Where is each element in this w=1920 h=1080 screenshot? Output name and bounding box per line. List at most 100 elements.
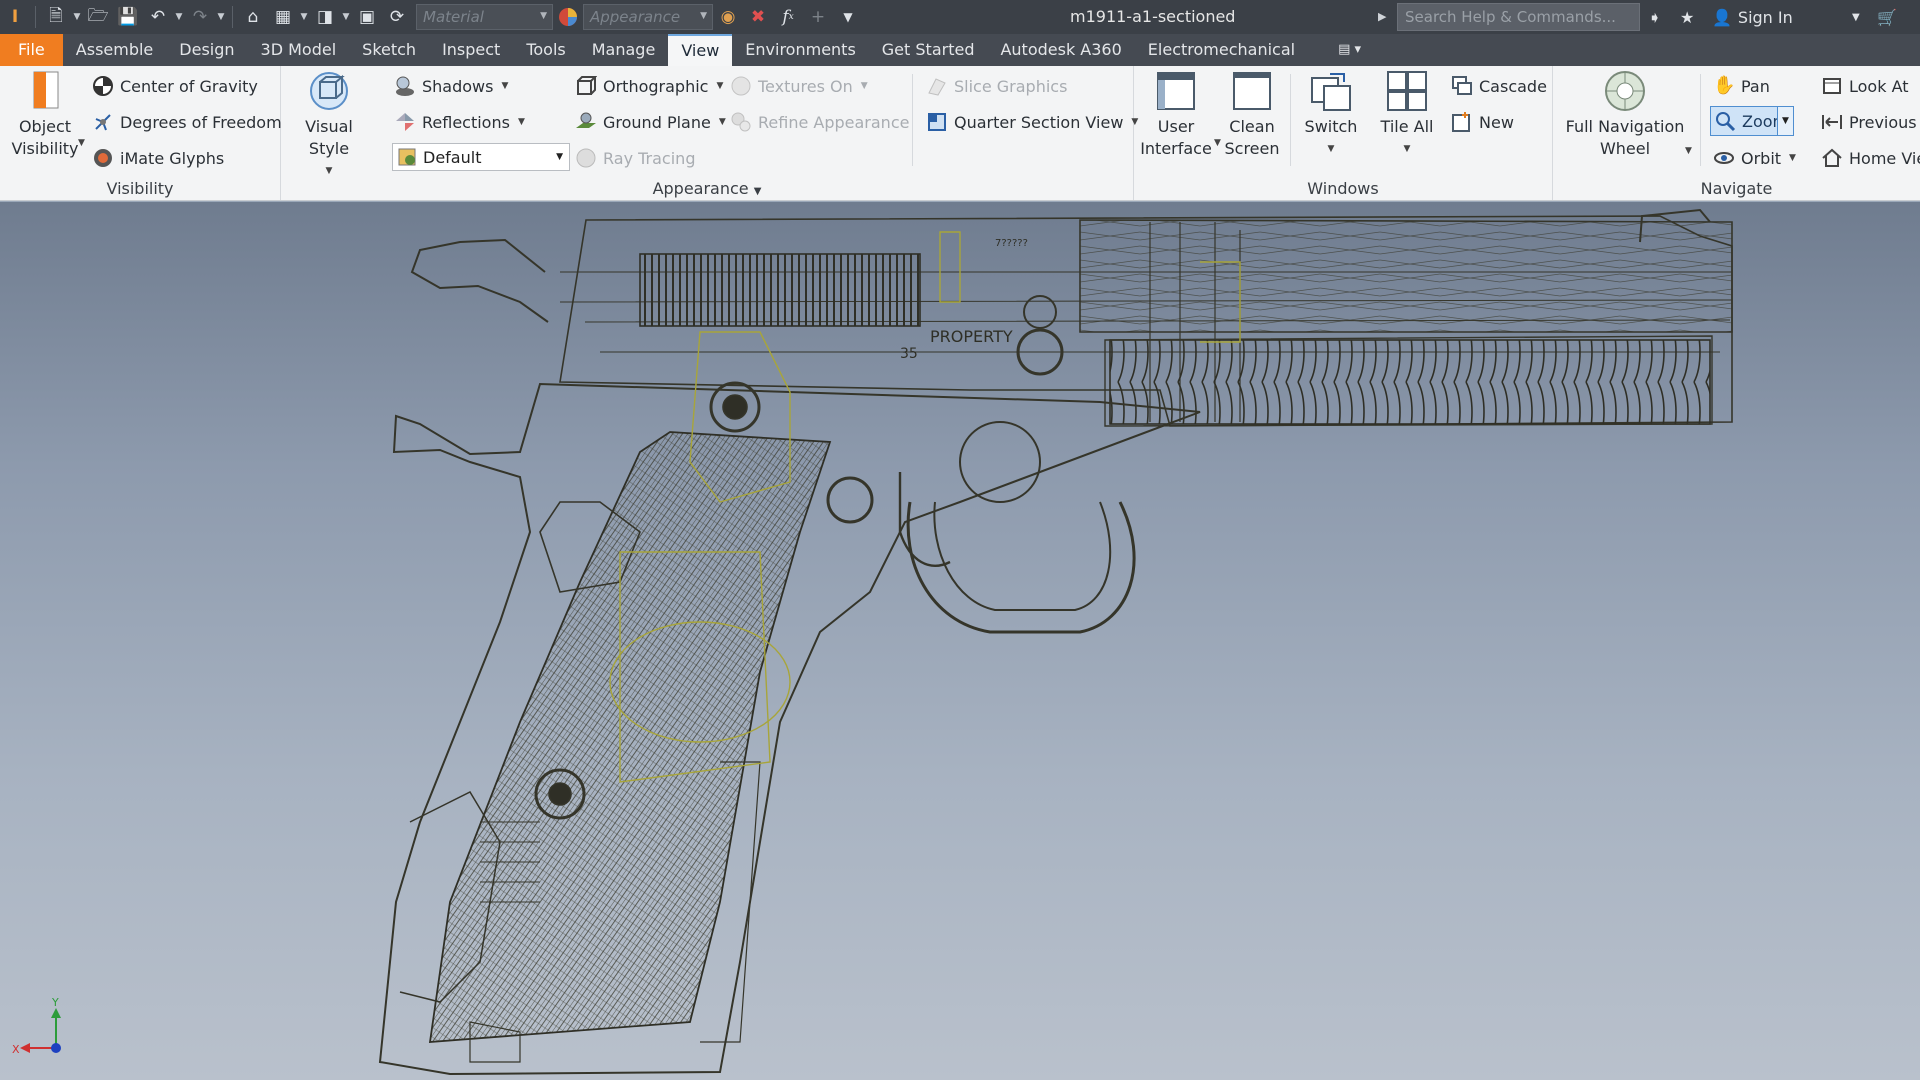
adjust-appearance-icon[interactable]: ◉ (713, 0, 743, 34)
tab-inspect[interactable]: Inspect (429, 34, 513, 66)
tab-manage[interactable]: Manage (579, 34, 669, 66)
shadows-caret[interactable]: ▼ (501, 81, 508, 91)
sign-in-button[interactable]: 👤 Sign In (1712, 0, 1793, 34)
projects-dropdown-caret[interactable]: ▼ (298, 0, 310, 34)
appearance-panel-caret: ▼ (753, 186, 762, 197)
material-dropdown[interactable]: Material ▼ (416, 4, 553, 30)
pan-button[interactable]: ✋ Pan (1713, 71, 1770, 101)
zoom-dropdown-caret[interactable]: ▼ (1777, 107, 1793, 135)
tab-environments[interactable]: Environments (732, 34, 869, 66)
textures-on-button[interactable]: Textures On ▼ (730, 71, 868, 101)
slice-graphics-label: Slice Graphics (954, 76, 1068, 96)
open-folder-icon[interactable]: 🗁 (83, 0, 113, 34)
slice-graphics-button[interactable]: Slice Graphics (926, 71, 1067, 101)
communication-center-icon[interactable]: ➧ (1648, 0, 1661, 34)
user-interface-caret[interactable]: ▼ (1214, 138, 1221, 148)
refine-appearance-button[interactable]: Refine Appearance (730, 107, 909, 137)
object-visibility-caret[interactable]: ▼ (78, 138, 85, 148)
orthographic-caret[interactable]: ▼ (716, 81, 723, 91)
favorites-star-icon[interactable]: ★ (1680, 0, 1694, 34)
component-priority-icon[interactable]: ▣ (352, 0, 382, 34)
select-dropdown-caret[interactable]: ▼ (340, 0, 352, 34)
tile-all-label: Tile All (1380, 117, 1434, 136)
windows-divider (1290, 74, 1291, 166)
app-menu-icon[interactable]: I (0, 0, 30, 34)
search-expand-arrow-icon[interactable]: ▶ (1378, 0, 1386, 34)
tab-assemble[interactable]: Assemble (63, 34, 167, 66)
new-dropdown-caret[interactable]: ▼ (71, 0, 83, 34)
user-interface-button[interactable]: User Interface (1140, 70, 1212, 160)
switch-button[interactable]: Switch ▼ (1298, 70, 1364, 160)
appearance-dropdown[interactable]: Appearance ▼ (583, 4, 713, 30)
tab-tools[interactable]: Tools (513, 34, 578, 66)
shadows-button[interactable]: Shadows ▼ (394, 71, 508, 101)
save-icon[interactable]: 💾 (113, 0, 143, 34)
projects-icon[interactable]: ▦ (268, 0, 298, 34)
switch-label: Switch (1304, 117, 1358, 136)
full-navigation-wheel-button[interactable]: Full Navigation Wheel (1563, 70, 1687, 160)
tab-sketch[interactable]: Sketch (349, 34, 429, 66)
search-help-input[interactable]: Search Help & Commands... (1397, 3, 1640, 31)
new-window-button[interactable]: New (1451, 107, 1514, 137)
home-view-icon (1821, 147, 1843, 169)
visual-style-label: Visual Style (305, 117, 353, 158)
ground-plane-button[interactable]: Ground Plane ▼ (575, 107, 726, 137)
tab-file[interactable]: File (0, 34, 63, 66)
clear-appearance-icon[interactable]: ✖ (743, 0, 773, 34)
appearance-panel-label[interactable]: Appearance ▼ (281, 177, 1133, 200)
redo-icon[interactable]: ↷ (185, 0, 215, 34)
reflections-caret[interactable]: ▼ (518, 117, 525, 127)
orthographic-button[interactable]: Orthographic ▼ (575, 71, 723, 101)
quarter-section-view-button[interactable]: Quarter Section View ▼ (926, 107, 1138, 137)
undo-dropdown-caret[interactable]: ▼ (173, 0, 185, 34)
appearance-style-dropdown[interactable]: Default ▼ (392, 143, 570, 171)
tab-design[interactable]: Design (166, 34, 247, 66)
degrees-of-freedom-button[interactable]: Degrees of Freedom (92, 107, 282, 137)
look-at-button[interactable]: Look At (1821, 71, 1909, 101)
tile-all-button[interactable]: Tile All ▼ (1374, 70, 1440, 160)
add-icon[interactable]: + (803, 0, 833, 34)
full-navigation-label-1: Full Navigation (1565, 117, 1685, 136)
tab-view[interactable]: View (668, 34, 733, 66)
tab-3d-model[interactable]: 3D Model (248, 34, 350, 66)
new-file-icon[interactable]: 🗎 (41, 0, 71, 34)
shopping-cart-icon[interactable]: 🛒 (1877, 0, 1897, 34)
orbit-button[interactable]: Orbit ▼ (1713, 143, 1796, 173)
center-of-gravity-button[interactable]: Center of Gravity (92, 71, 258, 101)
customize-qat-icon[interactable]: ▼ (833, 0, 863, 34)
zoom-button[interactable]: Zoom ▼ (1710, 106, 1794, 136)
undo-icon[interactable]: ↶ (143, 0, 173, 34)
tab-autodesk-a360[interactable]: Autodesk A360 (987, 34, 1134, 66)
clean-screen-button[interactable]: Clean Screen (1222, 70, 1282, 160)
update-icon[interactable]: ⟳ (382, 0, 412, 34)
ray-tracing-button[interactable]: Ray Tracing (575, 143, 695, 173)
object-visibility-button[interactable]: Object Visibility (8, 70, 82, 160)
center-of-gravity-icon (92, 75, 114, 97)
ground-plane-caret[interactable]: ▼ (719, 117, 726, 127)
orthographic-label: Orthographic (603, 76, 709, 96)
shadows-label: Shadows (422, 76, 494, 96)
ribbon-options-icon[interactable]: ▤ ▾ (1308, 34, 1374, 66)
full-navigation-caret[interactable]: ▼ (1685, 146, 1692, 156)
home-view-button[interactable]: Home Vie (1821, 143, 1920, 173)
previous-view-button[interactable]: Previous (1821, 107, 1917, 137)
orbit-caret[interactable]: ▼ (1789, 153, 1796, 163)
reflections-button[interactable]: Reflections ▼ (394, 107, 525, 137)
cascade-button[interactable]: Cascade (1451, 71, 1547, 101)
ribbon: Object Visibility ▼ Center of Gravity De… (0, 66, 1920, 201)
tab-get-started[interactable]: Get Started (869, 34, 988, 66)
select-icon[interactable]: ◨ (310, 0, 340, 34)
windows-panel: User Interface ▼ Clean Screen Switch ▼ T… (1134, 66, 1553, 200)
home-icon[interactable]: ⌂ (238, 0, 268, 34)
redo-dropdown-caret[interactable]: ▼ (215, 0, 227, 34)
look-at-icon (1821, 75, 1843, 97)
graphics-viewport[interactable]: 7????? PROPERTY 35 X Y (0, 202, 1920, 1080)
parameters-fx-icon[interactable]: fx (773, 0, 803, 34)
imate-glyphs-button[interactable]: iMate Glyphs (92, 143, 224, 173)
tab-electromechanical[interactable]: Electromechanical (1135, 34, 1308, 66)
document-title: m1911-a1-sectioned (1070, 7, 1236, 26)
sign-in-dropdown-caret[interactable]: ▼ (1852, 0, 1860, 34)
degrees-of-freedom-icon (92, 111, 114, 133)
textures-on-caret[interactable]: ▼ (861, 81, 868, 91)
visual-style-button[interactable]: Visual Style ▼ (291, 70, 367, 182)
